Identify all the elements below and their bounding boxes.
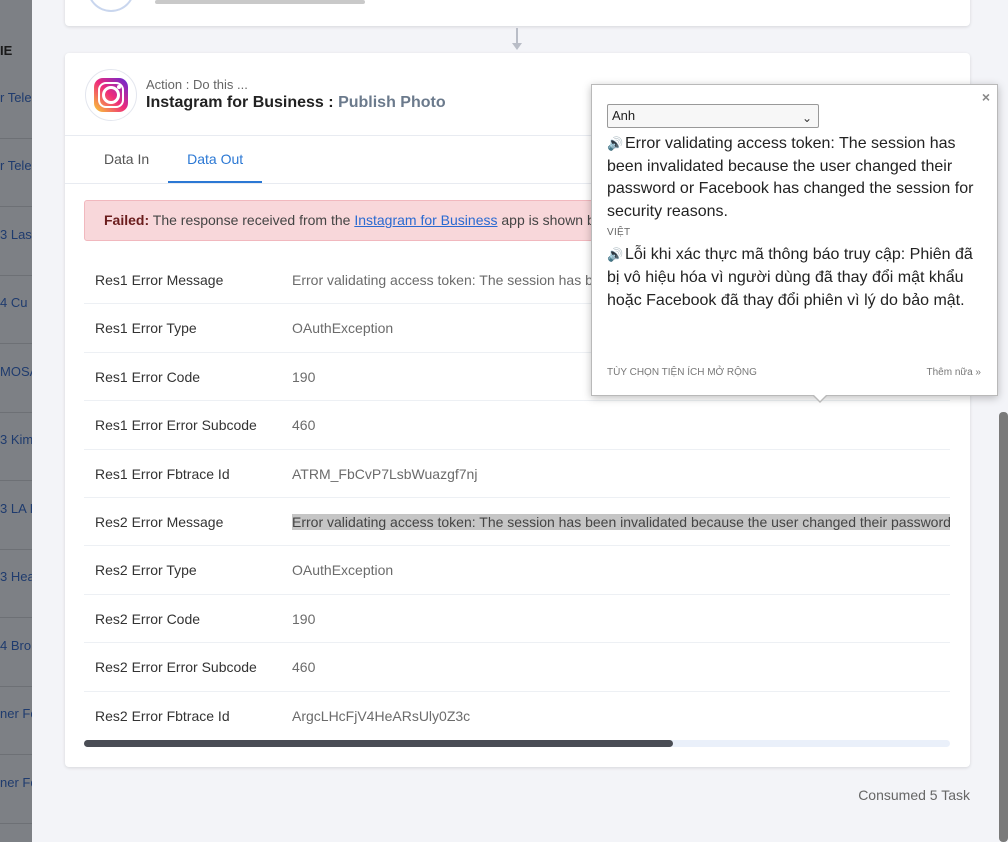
horizontal-scrollbar-thumb[interactable] — [84, 740, 673, 747]
sidebar-divider — [0, 275, 32, 276]
action-label: Action : Do this ... — [146, 77, 248, 92]
row-key: Res1 Error Fbtrace Id — [95, 465, 230, 482]
sidebar-divider — [0, 206, 32, 207]
row-key: Res1 Error Error Subcode — [95, 417, 257, 434]
row-value: ATRM_FbCvP7LsbWuazgf7nj — [292, 450, 950, 498]
table-row: Res2 Error Code 190 — [84, 595, 950, 644]
source-text-content: Error validating access token: The sessi… — [607, 135, 974, 220]
source-language-select[interactable]: Anh ⌄ — [607, 104, 819, 128]
more-link[interactable]: Thêm nữa » — [927, 367, 982, 378]
vertical-scrollbar[interactable] — [999, 412, 1008, 842]
translated-text-content: Lỗi khi xác thực mã thông báo truy cập: … — [607, 246, 973, 309]
sidebar-divider — [0, 549, 32, 550]
alert-text-before: The response received from the — [149, 212, 355, 228]
row-value: ArgcLHcFjV4HeARsUly0Z3c — [292, 692, 950, 740]
table-row: Res2 Error Error Subcode 460 — [84, 643, 950, 692]
sidebar-item[interactable]: 3 Hea — [0, 569, 32, 584]
tab-data-in[interactable]: Data In — [85, 136, 168, 183]
speaker-icon[interactable]: 🔊 — [607, 133, 625, 156]
row-value-text: 190 — [292, 610, 316, 627]
sidebar-header: IE — [0, 43, 13, 58]
sidebar-item[interactable]: ner Fo — [0, 775, 32, 790]
horizontal-scrollbar[interactable] — [84, 740, 950, 747]
consumed-tasks: Consumed 5 Task — [858, 787, 970, 803]
sidebar-item[interactable]: 4 Bro — [0, 638, 32, 653]
table-row: Res2 Error Fbtrace Id ArgcLHcFjV4HeARsUly… — [84, 692, 950, 740]
close-icon[interactable]: × — [982, 89, 990, 105]
row-value-text: OAuthException — [292, 320, 394, 337]
sidebar-divider — [0, 617, 32, 618]
row-value-text: 460 — [292, 659, 316, 676]
event-name: Publish Photo — [338, 94, 446, 111]
sidebar-divider — [0, 412, 32, 413]
translation-popup: × Anh ⌄ 🔊 Error validating access token: … — [591, 84, 998, 396]
background-sidebar: IE r Tele r Tele 3 Las 4 Cu MOSA 3 Kim 3 LA I 3… — [0, 0, 32, 842]
table-row: Res1 Error Fbtrace Id ATRM_FbCvP7LsbWuazg… — [84, 450, 950, 498]
step-connector — [516, 28, 518, 44]
sidebar-divider — [0, 823, 32, 824]
row-key: Res1 Error Message — [95, 272, 224, 288]
sidebar-item[interactable]: 3 LA I — [0, 501, 32, 516]
chevron-down-icon: ⌄ — [801, 111, 812, 125]
row-value: OAuthException — [292, 546, 950, 594]
connector-arrow-icon — [512, 43, 522, 50]
popup-pointer-inner — [813, 394, 827, 401]
table-row: Res2 Error Message Error validating acces… — [84, 498, 950, 547]
instagram-icon — [94, 78, 128, 112]
speaker-icon[interactable]: 🔊 — [607, 244, 625, 267]
row-key: Res2 Error Fbtrace Id — [95, 707, 230, 724]
row-value-text: ATRM_FbCvP7LsbWuazgf7nj — [292, 465, 478, 482]
translated-text: 🔊 Lỗi khi xác thực mã thông báo truy cập:… — [607, 244, 987, 312]
sidebar-item[interactable]: r Tele — [0, 90, 32, 105]
sidebar-divider — [0, 686, 32, 687]
sidebar-item[interactable]: 4 Cu — [0, 295, 32, 310]
row-value: 460 — [292, 643, 950, 691]
sidebar-item[interactable]: 3 Kim — [0, 432, 32, 447]
sidebar-divider — [0, 343, 32, 344]
row-key: Res2 Error Type — [95, 562, 197, 579]
sidebar-item[interactable]: MOSA — [0, 364, 32, 379]
table-row: Res2 Error Type OAuthException — [84, 546, 950, 595]
previous-step-card[interactable] — [65, 0, 970, 26]
row-value: Error validating access token: The sessi… — [292, 498, 950, 546]
row-key: Res2 Error Code — [95, 610, 201, 627]
sidebar-divider — [0, 138, 32, 139]
previous-step-icon — [87, 0, 135, 12]
row-value-text: OAuthException — [292, 562, 394, 579]
sidebar-item[interactable]: 3 Las — [0, 227, 32, 242]
sidebar-item[interactable]: ner Fo — [0, 706, 32, 721]
action-title: Instagram for Business : Publish Photo — [146, 94, 446, 112]
row-key: Res2 Error Message — [95, 513, 224, 530]
alert-status: Failed: — [104, 212, 150, 228]
source-text: 🔊 Error validating access token: The sess… — [607, 133, 987, 223]
extension-options-link[interactable]: TÙY CHỌN TIỆN ÍCH MỞ RỘNG — [607, 367, 757, 378]
data-tabs: Data In Data Out — [85, 136, 263, 184]
row-value-text: Error validating access token: The sessi… — [292, 513, 950, 530]
sidebar-divider — [0, 480, 32, 481]
row-value: 460 — [292, 401, 950, 449]
app-link[interactable]: Instagram for Business — [354, 212, 497, 228]
app-name: Instagram for Business : — [146, 94, 334, 111]
tab-data-out[interactable]: Data Out — [168, 136, 263, 183]
row-value-text: ArgcLHcFjV4HeARsUly0Z3c — [292, 707, 471, 724]
row-key: Res2 Error Error Subcode — [95, 659, 257, 676]
sidebar-divider — [0, 754, 32, 755]
source-language-value: Anh — [612, 108, 636, 123]
row-value-text: 460 — [292, 417, 316, 434]
table-row: Res1 Error Error Subcode 460 — [84, 401, 950, 450]
sidebar-item[interactable]: r Tele — [0, 158, 32, 173]
app-icon-wrapper — [85, 69, 137, 121]
previous-step-title — [155, 0, 365, 4]
row-value: 190 — [292, 595, 950, 643]
row-key: Res1 Error Type — [95, 320, 197, 337]
target-language-label: VIỆT — [607, 227, 631, 238]
row-value-text: 190 — [292, 368, 316, 385]
row-key: Res1 Error Code — [95, 368, 201, 385]
